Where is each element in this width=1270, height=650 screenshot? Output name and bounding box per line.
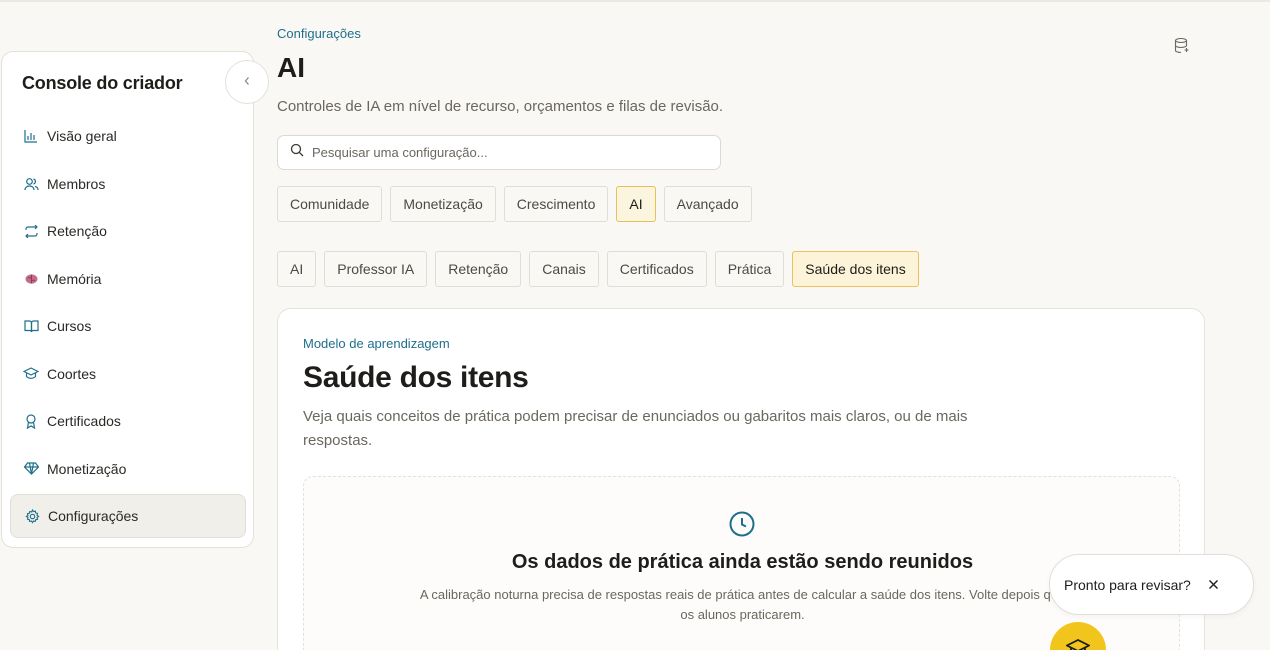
repeat-icon xyxy=(23,223,39,239)
subtab-pratica[interactable]: Prática xyxy=(714,251,785,287)
sidebar-title: Console do criador xyxy=(22,73,183,93)
subtab-certificados[interactable]: Certificados xyxy=(606,251,707,287)
tab-comunidade[interactable]: Comunidade xyxy=(277,186,383,222)
subtab-professor-ia[interactable]: Professor IA xyxy=(324,251,428,287)
clock-icon xyxy=(728,510,756,538)
book-icon xyxy=(23,318,39,334)
sidebar-item-membros[interactable]: Membros xyxy=(10,162,246,206)
sidebar-item-label: Monetização xyxy=(47,460,127,477)
sidebar-item-retencao[interactable]: Retenção xyxy=(10,209,246,253)
tab-monetizacao[interactable]: Monetização xyxy=(390,186,496,222)
card-description: Veja quais conceitos de prática podem pr… xyxy=(303,408,968,449)
empty-state-title: Os dados de prática ainda estão sendo re… xyxy=(511,551,974,573)
tab-ai[interactable]: AI xyxy=(616,186,656,222)
close-icon[interactable] xyxy=(1207,578,1221,592)
empty-state-text: A calibração noturna precisa de resposta… xyxy=(419,587,1066,622)
sidebar-item-memoria[interactable]: Memória xyxy=(10,257,246,301)
award-icon xyxy=(23,413,39,429)
sidebar-item-label: Memória xyxy=(47,270,102,287)
search-icon xyxy=(290,143,304,162)
sidebar-item-label: Cursos xyxy=(47,318,92,334)
sidebar-item-monetizacao[interactable]: Monetização xyxy=(10,447,246,491)
sidebar-item-certificados[interactable]: Certificados xyxy=(10,399,246,443)
settings-category-tabs: Comunidade Monetização Crescimento AI Av… xyxy=(277,186,752,222)
sidebar-item-configuracoes[interactable]: Configurações xyxy=(10,494,246,538)
subtab-canais[interactable]: Canais xyxy=(529,251,599,287)
subtab-retencao[interactable]: Retenção xyxy=(435,251,522,287)
page-title: AI xyxy=(277,52,305,83)
sidebar: Console do criador Visão geral Membros R… xyxy=(1,51,254,548)
sidebar-item-label: Visão geral xyxy=(47,128,117,144)
ai-subsection-tabs: AI Professor IA Retenção Canais Certific… xyxy=(277,251,919,287)
toast-text: Pronto para revisar? xyxy=(1064,576,1191,593)
users-icon xyxy=(23,176,39,192)
diamond-icon xyxy=(23,461,39,477)
breadcrumb[interactable]: Configurações xyxy=(277,26,361,41)
card-eyebrow: Modelo de aprendizagem xyxy=(303,336,450,351)
subtab-ai[interactable]: AI xyxy=(277,251,317,287)
review-toast[interactable]: Pronto para revisar? xyxy=(1049,554,1254,615)
sidebar-collapse-button[interactable] xyxy=(225,60,269,104)
sidebar-item-coortes[interactable]: Coortes xyxy=(10,352,246,396)
chevron-left-icon xyxy=(243,73,251,91)
subtab-saude-dos-itens[interactable]: Saúde dos itens xyxy=(792,251,919,287)
database-icon[interactable] xyxy=(1173,37,1191,55)
tab-crescimento[interactable]: Crescimento xyxy=(503,186,609,222)
sidebar-item-label: Configurações xyxy=(48,508,139,524)
sidebar-item-label: Membros xyxy=(47,175,106,192)
top-divider xyxy=(0,0,1270,2)
sidebar-item-label: Retenção xyxy=(47,223,107,239)
card-title: Saúde dos itens xyxy=(303,361,529,394)
gear-icon xyxy=(24,508,40,524)
graduation-cap-icon xyxy=(23,366,39,382)
sidebar-item-label: Certificados xyxy=(47,413,121,429)
sidebar-nav: Visão geral Membros Retenção Memória Cur… xyxy=(10,114,246,542)
search-input[interactable] xyxy=(312,145,692,160)
sidebar-item-cursos[interactable]: Cursos xyxy=(10,304,246,348)
graduation-cap-icon xyxy=(1064,638,1092,650)
empty-state: Os dados de prática ainda estão sendo re… xyxy=(303,476,1180,650)
search-bar[interactable] xyxy=(277,135,721,170)
sidebar-item-visao-geral[interactable]: Visão geral xyxy=(10,114,246,158)
page-subtitle: Controles de IA em nível de recurso, orç… xyxy=(277,98,724,115)
tab-avancado[interactable]: Avançado xyxy=(663,186,752,222)
brain-icon xyxy=(23,271,39,287)
sidebar-item-label: Coortes xyxy=(47,365,97,382)
bar-chart-icon xyxy=(23,128,39,144)
